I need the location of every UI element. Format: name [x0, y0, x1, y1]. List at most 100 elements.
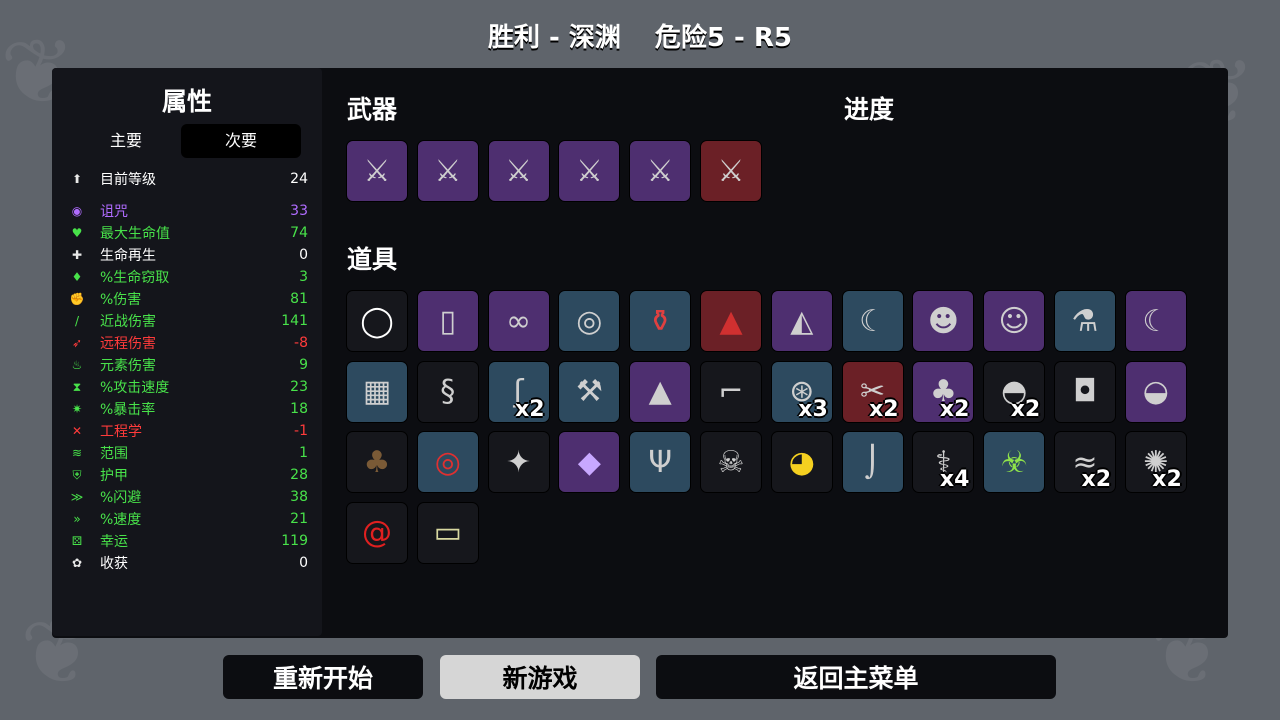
- main-menu-button[interactable]: 返回主菜单: [656, 655, 1056, 699]
- item-slot[interactable]: ∞: [487, 290, 550, 352]
- item-slot[interactable]: ◎: [416, 431, 479, 493]
- harvest-wheat-icon: ✿: [71, 556, 83, 570]
- item-slot[interactable]: @: [346, 501, 408, 564]
- weapon-slot[interactable]: ⚔: [487, 140, 550, 202]
- item-slot[interactable]: ☣: [983, 431, 1046, 493]
- claw-blade-icon: ☾: [859, 303, 887, 339]
- weapon-slot[interactable]: ⚔: [558, 140, 621, 202]
- potion-bottle-icon: ⚱: [647, 303, 673, 339]
- item-count-label: x2: [515, 396, 545, 422]
- weapon-slot[interactable]: ⚔: [629, 140, 692, 202]
- stat-name: 目前等级: [100, 172, 156, 188]
- run-summary-panel: 属性 主要 次要 ⬆ 目前等级 24 ◉ 诅咒 33 ♥ 最大生命值 74 ✚ 生命再生 0 ♦ %生命窃…: [52, 68, 1228, 638]
- result-title: 胜利 - 深渊: [487, 22, 621, 53]
- sword-icon: ⚔: [575, 153, 603, 189]
- restart-button[interactable]: 重新开始: [223, 655, 423, 699]
- item-slot[interactable]: ☾: [841, 290, 904, 352]
- item-slot[interactable]: ♣ x2: [912, 360, 975, 423]
- snake-icon: §: [440, 374, 456, 409]
- item-slot[interactable]: ⚕ x4: [912, 431, 975, 493]
- cloth-bag-icon: ◭: [790, 303, 814, 339]
- stat-name: 幸运: [100, 534, 128, 550]
- item-slot[interactable]: ⌡: [841, 431, 904, 493]
- item-count-label: x2: [1010, 396, 1041, 422]
- item-slot[interactable]: §: [416, 360, 479, 423]
- stat-value: 21: [290, 511, 308, 527]
- sword-icon: ⚔: [646, 153, 674, 189]
- stat-name: %伤害: [100, 292, 142, 308]
- item-slot[interactable]: ◘: [1054, 360, 1116, 423]
- stat-name: %暴击率: [100, 402, 156, 418]
- items-title: 道具: [347, 245, 398, 274]
- sword-icon: ⚔: [505, 153, 533, 189]
- stat-name: %速度: [100, 512, 142, 528]
- item-slot[interactable]: ☺: [983, 290, 1046, 352]
- weapon-slot[interactable]: ⚔: [700, 140, 762, 202]
- item-slot[interactable]: ✂ x2: [841, 360, 904, 423]
- stat-name: 护甲: [100, 468, 128, 484]
- item-slot[interactable]: ◓ x2: [983, 360, 1046, 423]
- item-slot[interactable]: ♣: [346, 431, 408, 493]
- melee-sword-icon: /: [74, 314, 80, 328]
- stat-value: 18: [290, 401, 308, 417]
- black-belt-icon: ◘: [1073, 374, 1097, 409]
- item-slot[interactable]: ▦: [346, 360, 408, 423]
- meat-skewer-icon: ✦: [506, 444, 532, 480]
- stat-row: ≋ 范围 1: [68, 442, 308, 464]
- item-slot[interactable]: ʃ x2: [487, 360, 550, 423]
- alien-head-icon: ☺: [998, 303, 1030, 339]
- tab-secondary[interactable]: 次要: [181, 124, 301, 158]
- item-slot[interactable]: ◒: [1124, 360, 1187, 423]
- red-snail-icon: @: [362, 515, 392, 550]
- claw-blade-icon: ☾: [1142, 303, 1170, 339]
- item-slot[interactable]: ⌐: [700, 360, 762, 423]
- speed-boot-icon: »: [73, 512, 81, 526]
- weapon-slot[interactable]: ⚔: [346, 140, 408, 202]
- item-count-label: x2: [869, 396, 899, 422]
- stat-row: / 近战伤害 141: [68, 310, 308, 332]
- stat-value: 0: [299, 555, 308, 571]
- item-count-label: x2: [1081, 467, 1112, 492]
- item-slot[interactable]: ▲: [629, 360, 692, 423]
- weapon-slot[interactable]: ⚔: [416, 140, 479, 202]
- item-slot[interactable]: ☠: [700, 431, 762, 493]
- stat-value: 23: [290, 379, 308, 395]
- stat-row: ➶ 远程伤害 -8: [68, 332, 308, 354]
- stat-name: 范围: [100, 446, 128, 462]
- item-slot[interactable]: ✦: [487, 431, 550, 493]
- stat-value: 1: [299, 445, 308, 461]
- new-game-button[interactable]: 新游戏: [440, 655, 640, 699]
- item-slot[interactable]: ☻: [912, 290, 975, 352]
- tab-primary[interactable]: 主要: [66, 124, 186, 158]
- item-slot[interactable]: ▲: [700, 290, 762, 352]
- sword-icon: ⚔: [717, 153, 745, 189]
- item-slot[interactable]: ▭: [416, 501, 479, 564]
- lifesteal-icon: ♦: [71, 270, 83, 284]
- item-count-label: x2: [939, 396, 970, 422]
- rubber-duck-icon: ◕: [788, 444, 815, 480]
- item-slot[interactable]: ☾: [1124, 290, 1187, 352]
- item-slot[interactable]: ◆: [558, 431, 621, 493]
- item-slot[interactable]: Ψ: [629, 431, 692, 493]
- stat-value: 0: [299, 247, 308, 263]
- lucky-cat-icon: ☻: [927, 303, 960, 339]
- item-slot[interactable]: ▯: [416, 290, 479, 352]
- tree-icon: ♣: [363, 444, 391, 480]
- item-slot[interactable]: ◭: [770, 290, 833, 352]
- weapons-title: 武器: [347, 95, 398, 124]
- item-slot[interactable]: ⚱: [629, 290, 692, 352]
- item-slot[interactable]: ◯: [346, 290, 408, 352]
- stat-value: -1: [294, 423, 308, 439]
- item-slot[interactable]: ≈ x2: [1054, 431, 1116, 493]
- item-slot[interactable]: ◕: [770, 431, 833, 493]
- item-slot[interactable]: ⊛ x3: [770, 360, 833, 423]
- stat-value: 24: [290, 171, 308, 187]
- item-slot[interactable]: ⚗: [1054, 290, 1116, 352]
- stat-name: 最大生命值: [100, 226, 170, 242]
- item-slot[interactable]: ✺ x2: [1124, 431, 1187, 493]
- stat-value: 3: [299, 269, 308, 285]
- item-slot[interactable]: ◎: [558, 290, 621, 352]
- item-slot[interactable]: ⚒: [558, 360, 621, 423]
- sword-icon: ⚔: [363, 153, 391, 189]
- stat-row: ✿ 收获 0: [68, 552, 308, 574]
